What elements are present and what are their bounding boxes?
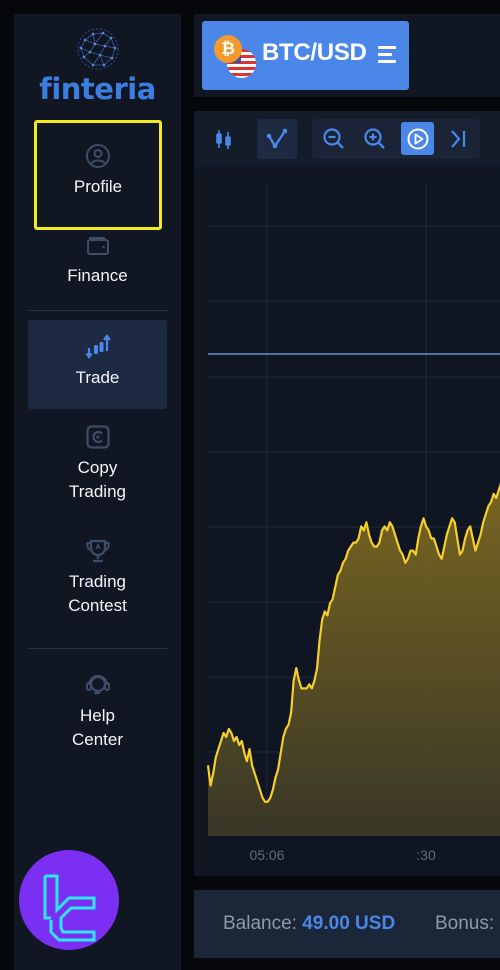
- copy-trading-icon: [85, 425, 110, 449]
- label-line: Center: [71, 730, 124, 749]
- label-line: Copy: [77, 458, 118, 477]
- sidebar-divider: [28, 648, 167, 649]
- sidebar-item-help-center[interactable]: Help Center: [28, 672, 167, 772]
- wallet-icon: [86, 237, 109, 255]
- pair-label: BTC/USD: [262, 39, 367, 66]
- brand-logo[interactable]: finteria: [14, 26, 181, 106]
- price-chart[interactable]: 05:06 :30: [194, 167, 500, 876]
- menu-icon: [378, 46, 398, 64]
- zoom-out-icon: [323, 128, 344, 149]
- chart-panel: 05:06 :30: [194, 111, 500, 876]
- zoom-in-button[interactable]: [355, 119, 395, 159]
- bonus-label: Bonus:: [435, 913, 495, 934]
- sidebar-item-trade[interactable]: Trade: [28, 320, 167, 409]
- bitcoin-icon: ₿: [214, 35, 242, 63]
- label-line: Trading: [68, 572, 126, 591]
- account-bar: Balance: 49.00 USD Bonus:: [194, 890, 500, 958]
- label-line: Help: [80, 706, 115, 725]
- user-circle-icon: [86, 144, 110, 168]
- tc-logo-icon: [43, 874, 96, 942]
- chart-toolbar: [194, 111, 500, 167]
- sidebar-item-copy-trading[interactable]: Copy Trading: [28, 424, 167, 524]
- trade-arrows-icon: [85, 334, 111, 359]
- pair-selector-button[interactable]: ₿ BTC/USD: [202, 21, 409, 90]
- label-line: Contest: [68, 596, 127, 615]
- sidebar-item-label: Finance: [67, 266, 128, 285]
- sidebar-item-finance[interactable]: Finance: [28, 232, 167, 312]
- balance-value: 49.00 USD: [302, 913, 396, 934]
- balance: Balance: 49.00 USD: [223, 913, 395, 935]
- sidebar-item-label: Trading Contest: [28, 570, 167, 618]
- top-bar: ₿ BTC/USD: [194, 14, 500, 97]
- play-circle-icon: [407, 128, 428, 149]
- line-chart-button[interactable]: [257, 119, 297, 159]
- x-tick-label: 05:06: [249, 847, 284, 863]
- brand-name: finteria: [39, 72, 156, 106]
- sidebar: finteria Profile Finance Trade Copy Trad…: [14, 14, 181, 970]
- zoom-out-button[interactable]: [314, 119, 354, 159]
- label-line: Trading: [68, 482, 126, 501]
- candlestick-button[interactable]: [204, 119, 244, 159]
- skip-to-end-icon: [451, 130, 466, 148]
- sidebar-divider: [28, 310, 167, 311]
- candlestick-icon: [216, 130, 231, 149]
- trophy-icon: [86, 539, 109, 563]
- globe-network-icon: [77, 28, 118, 70]
- tc-logo-badge: [19, 850, 119, 950]
- zoom-in-icon: [364, 128, 385, 149]
- headset-icon: [85, 675, 110, 694]
- autoscroll-play-button[interactable]: [401, 122, 434, 155]
- line-chart-icon: [266, 128, 288, 149]
- sidebar-item-label: Trade: [75, 368, 120, 387]
- sidebar-item-trading-contest[interactable]: Trading Contest: [28, 538, 167, 638]
- x-tick-label: :30: [416, 847, 436, 863]
- sidebar-item-label: Profile: [73, 177, 123, 196]
- sidebar-item-label: Copy Trading: [28, 456, 167, 504]
- balance-label: Balance:: [223, 913, 297, 934]
- sidebar-item-profile[interactable]: Profile: [34, 120, 162, 230]
- sidebar-item-label: Help Center: [28, 704, 167, 752]
- go-to-end-button[interactable]: [438, 119, 478, 159]
